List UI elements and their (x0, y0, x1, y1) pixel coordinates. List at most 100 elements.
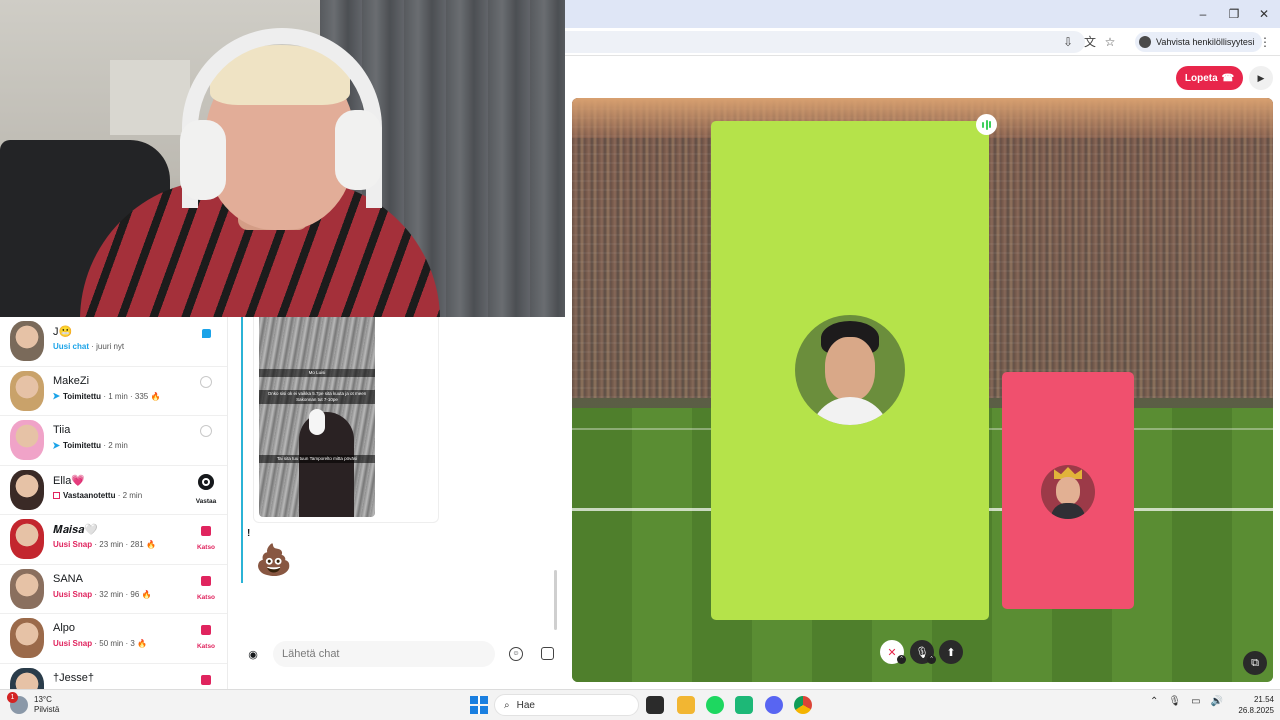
restore-icon[interactable]: ❐ (1224, 6, 1244, 22)
status-accent: Uusi chat (53, 342, 90, 351)
status-accent: Uusi Snap (53, 639, 93, 648)
friend-name: Alpo (53, 622, 76, 634)
system-tray: ⌃ 🎙 ▭ 🔊 (1150, 696, 1223, 707)
volume-icon[interactable]: 🔊 (1211, 696, 1223, 707)
clock-time: 21.54 (1253, 695, 1274, 704)
chat-list-item[interactable]: Tiia Toimitettu · 2 min (0, 416, 227, 466)
chat-camera-icon[interactable]: ◉ (246, 648, 260, 662)
emoji-icon[interactable]: ☺ (509, 647, 523, 661)
chat-list-item[interactable]: †Jesse† (0, 664, 227, 691)
status-accent: Uusi Snap (53, 540, 93, 549)
notification-badge: 1 (7, 692, 18, 703)
status-detail: · 50 min · 3 🔥 (94, 639, 147, 648)
snap-photo-leg (299, 412, 354, 517)
show-hidden-icons-icon[interactable]: ⌃ (1150, 696, 1158, 707)
mic-options-caret-icon[interactable]: ^ (927, 655, 936, 664)
participant-tile-remote[interactable] (711, 121, 989, 620)
end-call-label: Lopeta (1184, 72, 1218, 84)
conversation-panel: Mo Luisi Onko sisi ok ei vaikka 5.7pe si… (230, 317, 565, 690)
phone-hangup-icon: ☎ (1221, 72, 1235, 84)
friend-name: J😬 (53, 326, 73, 338)
snap-photo-shoe (309, 409, 325, 435)
chat-action-button[interactable]: Katso (193, 573, 219, 601)
status-accent: Toimitettu (63, 441, 102, 450)
status-detail: · juuri nyt (91, 342, 125, 351)
spotify-icon[interactable] (706, 696, 724, 714)
webcam-shelf (110, 60, 190, 135)
clock[interactable]: 21.54 26.8.2025 (1228, 694, 1274, 716)
weather-widget[interactable]: 1 13°C Pilvistä (7, 692, 59, 717)
minimize-icon[interactable]: – (1193, 6, 1213, 22)
chat-action-button[interactable] (193, 325, 219, 346)
chat-status: Uusi Snap · 23 min · 281 🔥 (53, 540, 156, 549)
share-screen-icon: ⬆ (946, 646, 956, 659)
video-call-stage: ✕ ^ 🎙 ^ ⬆ ⧉ (572, 98, 1273, 682)
network-icon[interactable]: ▭ (1191, 696, 1200, 707)
chat-list-item[interactable]: MakeZi Toimitettu · 1 min · 335 🔥 (0, 367, 227, 416)
start-button[interactable] (470, 696, 488, 714)
participant-tile-self[interactable] (1002, 372, 1134, 609)
chat-list-item[interactable]: Alpo Uusi Snap · 50 min · 3 🔥 Katso (0, 614, 227, 664)
translate-icon[interactable]: 文 (1082, 34, 1098, 50)
chat-app-icon[interactable] (735, 696, 753, 714)
status-marker-icon (53, 491, 60, 499)
friend-name: †Jesse† (53, 671, 94, 684)
file-explorer-icon[interactable] (677, 696, 695, 714)
chat-list-item[interactable]: J😬 Uusi chat · juuri nyt (0, 317, 227, 367)
end-call-button[interactable]: Lopeta ☎ (1176, 66, 1243, 90)
friend-name: SANA (53, 572, 83, 585)
chat-status: Uusi Snap · 50 min · 3 🔥 (53, 639, 147, 648)
chat-action-label: Vastaa (195, 497, 217, 505)
chrome-icon[interactable] (794, 696, 812, 714)
discord-icon[interactable] (765, 696, 783, 714)
friend-name: Tiia (53, 424, 71, 436)
browser-menu-icon[interactable]: ⋮ (1257, 34, 1273, 50)
share-screen-button[interactable]: ⬆ (939, 640, 963, 664)
status-accent: Toimitettu (63, 391, 102, 401)
pip-icon: ⧉ (1251, 656, 1259, 669)
avatar-face (825, 337, 875, 401)
chat-input[interactable] (273, 641, 495, 667)
chat-list-item[interactable]: SANA Uusi Snap · 32 min · 96 🔥 Katso (0, 565, 227, 614)
chat-list-item[interactable]: Ella💗 Vastaanotettu · 2 min Vastaa (0, 466, 227, 515)
address-bar[interactable] (565, 31, 1085, 53)
sticker-icon[interactable] (541, 647, 554, 660)
snap-square-icon (201, 575, 211, 586)
close-window-icon[interactable]: ✕ (1254, 6, 1274, 22)
self-bitmoji-avatar (1041, 465, 1095, 519)
status-detail: · 23 min · 281 🔥 (94, 540, 156, 549)
friend-avatar (10, 568, 44, 609)
bookmark-star-icon[interactable]: ☆ (1102, 34, 1118, 50)
avatar-body (1051, 503, 1085, 519)
play-icon[interactable]: ▶ (1249, 66, 1273, 90)
chat-list-item[interactable]: 𝑴𝒂𝒊𝒔𝒂🤍 Uusi Snap · 23 min · 281 🔥 Katso (0, 515, 227, 565)
status-accent: Uusi Snap (53, 589, 93, 599)
conversation-scrollbar[interactable] (554, 570, 557, 630)
camera-off-icon: ✕ (887, 646, 897, 659)
picture-in-picture-button[interactable]: ⧉ (1243, 651, 1267, 675)
status-detail: · 32 min · 96 🔥 (94, 589, 152, 599)
verify-identity-chip[interactable]: Vahvista henkilöllisyytesi (1135, 32, 1263, 52)
chat-action-button[interactable]: Katso (193, 523, 219, 551)
chat-action-button[interactable] (193, 424, 219, 445)
remote-bitmoji-avatar (795, 315, 905, 425)
friend-name: Ella💗 (53, 474, 86, 487)
status-detail: · 2 min (103, 441, 128, 450)
chat-action-label: Katso (196, 593, 216, 601)
chat-status: Uusi chat · juuri nyt (53, 342, 124, 351)
chat-action-button[interactable] (193, 375, 219, 396)
taskbar-search[interactable]: ⌕ Hae (494, 694, 639, 716)
avatar-shoulders (810, 397, 890, 425)
friend-avatar (10, 420, 44, 460)
camera-options-caret-icon[interactable]: ^ (897, 655, 906, 664)
chat-action-button[interactable]: Vastaa (193, 473, 219, 505)
chat-action-button[interactable]: Katso (193, 622, 219, 650)
chat-bubble-icon (201, 329, 211, 338)
microphone-tray-icon[interactable]: 🎙 (1168, 696, 1181, 707)
install-app-icon[interactable]: ⇩ (1060, 34, 1076, 50)
snap-image[interactable]: Mo Luisi Onko sisi ok ei vaikka 5.7pe si… (259, 317, 375, 517)
task-view-icon[interactable] (646, 696, 664, 714)
chat-action-button[interactable] (193, 672, 219, 691)
message-text: ! (247, 528, 251, 539)
status-detail: · 1 min · 335 🔥 (103, 391, 161, 401)
